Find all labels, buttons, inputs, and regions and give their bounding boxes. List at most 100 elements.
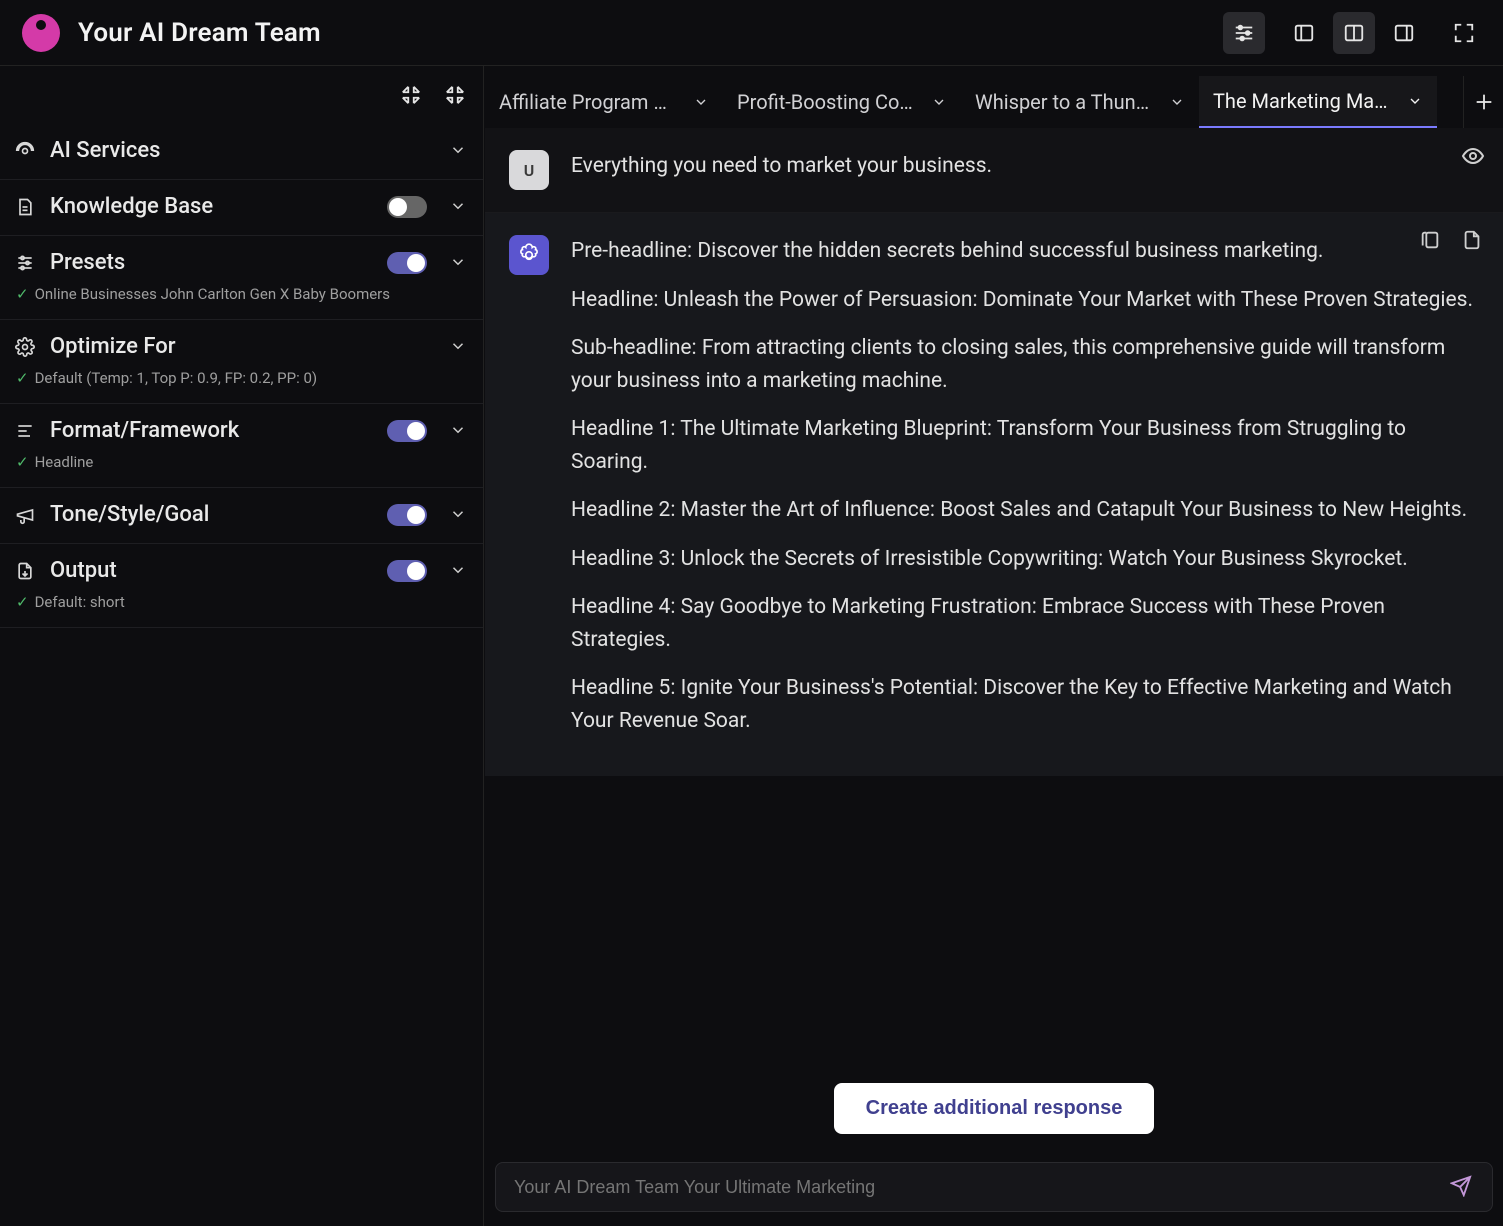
chat-pane: U Everything you need to market your bus… — [485, 128, 1503, 1226]
create-additional-response-button[interactable]: Create additional response — [834, 1083, 1155, 1134]
tab-0[interactable]: Affiliate Program Br… — [485, 76, 723, 128]
chevron-down-icon[interactable] — [1407, 93, 1423, 109]
optimize-for-icon — [14, 336, 36, 358]
ai-paragraph: Headline 2: Master the Art of Influence:… — [571, 494, 1479, 527]
chevron-down-icon[interactable] — [1169, 94, 1185, 110]
additional-response-row: Create additional response — [485, 1061, 1503, 1162]
section-header[interactable]: AI Services — [14, 138, 469, 163]
knowledge-base-icon — [14, 196, 36, 218]
ai-paragraph: Headline 5: Ignite Your Business's Poten… — [571, 672, 1479, 737]
section-subtext: ✓ Headline — [14, 453, 469, 471]
chevron-down-icon[interactable] — [931, 94, 947, 110]
ai-message-body: Pre-headline: Discover the hidden secret… — [571, 235, 1479, 754]
message-input[interactable] — [514, 1177, 1450, 1198]
tab-label: Whisper to a Thunder — [975, 90, 1155, 114]
section-subtext: ✓ Online Businesses John Carlton Gen X Ba… — [14, 285, 469, 303]
section-toggle[interactable] — [387, 504, 427, 526]
app-logo — [18, 10, 64, 56]
chevron-down-icon[interactable] — [449, 197, 469, 217]
ai-paragraph: Pre-headline: Discover the hidden secret… — [571, 235, 1479, 268]
section-output: Output ✓ Default: short — [0, 544, 483, 628]
section-title: Format/Framework — [50, 418, 373, 443]
ai-services-icon — [14, 140, 36, 162]
tab-label: Profit-Boosting Cop… — [737, 90, 917, 114]
expand-all-button[interactable] — [393, 77, 429, 113]
ai-paragraph: Headline: Unleash the Power of Persuasio… — [571, 284, 1479, 317]
format-framework-icon — [14, 420, 36, 442]
ai-paragraph: Headline 1: The Ultimate Marketing Bluep… — [571, 413, 1479, 478]
tab-label: Affiliate Program Br… — [499, 90, 679, 114]
chevron-down-icon[interactable] — [449, 421, 469, 441]
ai-paragraph: Sub-headline: From attracting clients to… — [571, 332, 1479, 397]
fullscreen-button[interactable] — [1443, 12, 1485, 54]
composer — [485, 1162, 1503, 1226]
section-title: Knowledge Base — [50, 194, 373, 219]
tab-label: The Marketing Mast… — [1213, 89, 1393, 113]
user-message: U Everything you need to market your bus… — [485, 128, 1503, 212]
ai-paragraph: Headline 4: Say Goodbye to Marketing Fru… — [571, 591, 1479, 656]
section-subtext-value: Default: short — [35, 593, 125, 611]
send-icon[interactable] — [1450, 1175, 1474, 1199]
export-icon[interactable] — [1461, 229, 1485, 253]
sidebar-tools — [0, 66, 483, 124]
layout-right-button[interactable] — [1383, 12, 1425, 54]
section-title: AI Services — [50, 138, 435, 163]
section-toggle[interactable] — [387, 252, 427, 274]
section-header[interactable]: Presets — [14, 250, 469, 275]
add-tab-button[interactable] — [1463, 76, 1503, 128]
tab-bar: Affiliate Program Br… Profit-Boosting Cop… — [485, 76, 1503, 128]
layout-toggle-group — [1277, 12, 1425, 54]
section-title: Output — [50, 558, 373, 583]
section-toggle[interactable] — [387, 560, 427, 582]
chevron-down-icon[interactable] — [449, 253, 469, 273]
tone-style-goal-icon — [14, 504, 36, 526]
chevron-down-icon[interactable] — [449, 337, 469, 357]
check-icon: ✓ — [16, 285, 29, 303]
check-icon: ✓ — [16, 593, 29, 611]
section-title: Optimize For — [50, 334, 435, 359]
tab-1[interactable]: Profit-Boosting Cop… — [723, 76, 961, 128]
copy-icon[interactable] — [1419, 229, 1443, 253]
layout-split-button[interactable] — [1333, 12, 1375, 54]
section-subtext: ✓Default (Temp: 1, Top P: 0.9, FP: 0.2, … — [14, 369, 469, 387]
section-subtext-value: Online Businesses John Carlton Gen X Bab… — [35, 285, 390, 303]
visibility-toggle-icon[interactable] — [1461, 144, 1485, 168]
section-header[interactable]: Output — [14, 558, 469, 583]
ai-message: Pre-headline: Discover the hidden secret… — [485, 212, 1503, 776]
collapse-all-button[interactable] — [437, 77, 473, 113]
chevron-down-icon[interactable] — [449, 141, 469, 161]
section-toggle[interactable] — [387, 196, 427, 218]
section-toggle[interactable] — [387, 420, 427, 442]
chevron-down-icon[interactable] — [449, 561, 469, 581]
check-icon: ✓ — [16, 453, 29, 471]
chevron-down-icon[interactable] — [693, 94, 709, 110]
filters-button[interactable] — [1223, 12, 1265, 54]
section-title: Presets — [50, 250, 373, 275]
section-format-framework: Format/Framework ✓ Headline — [0, 404, 483, 488]
section-header[interactable]: Tone/Style/Goal — [14, 502, 469, 527]
check-icon: ✓ — [16, 369, 29, 387]
user-avatar: U — [509, 150, 549, 190]
section-tone-style-goal: Tone/Style/Goal — [0, 488, 483, 544]
section-header[interactable]: Format/Framework — [14, 418, 469, 443]
ai-avatar — [509, 235, 549, 275]
presets-icon — [14, 252, 36, 274]
layout-left-button[interactable] — [1283, 12, 1325, 54]
section-subtext-value: Headline — [35, 453, 94, 471]
section-title: Tone/Style/Goal — [50, 502, 373, 527]
section-presets: Presets ✓ Online Businesses John Carlton G… — [0, 236, 483, 320]
app-header: Your AI Dream Team — [0, 0, 1503, 66]
section-knowledge-base: Knowledge Base — [0, 180, 483, 236]
output-icon — [14, 560, 36, 582]
message-input-box[interactable] — [495, 1162, 1493, 1212]
section-ai-services: AI Services — [0, 124, 483, 180]
chevron-down-icon[interactable] — [449, 505, 469, 525]
section-optimize-for: Optimize For ✓Default (Temp: 1, Top P: 0.… — [0, 320, 483, 404]
section-header[interactable]: Optimize For — [14, 334, 469, 359]
section-subtext: ✓ Default: short — [14, 593, 469, 611]
tab-3[interactable]: The Marketing Mast… — [1199, 76, 1437, 128]
app-title: Your AI Dream Team — [78, 18, 321, 48]
tab-2[interactable]: Whisper to a Thunder — [961, 76, 1199, 128]
section-header[interactable]: Knowledge Base — [14, 194, 469, 219]
settings-sidebar: AI Services Knowledge Base Presets ✓ Online … — [0, 66, 484, 1226]
